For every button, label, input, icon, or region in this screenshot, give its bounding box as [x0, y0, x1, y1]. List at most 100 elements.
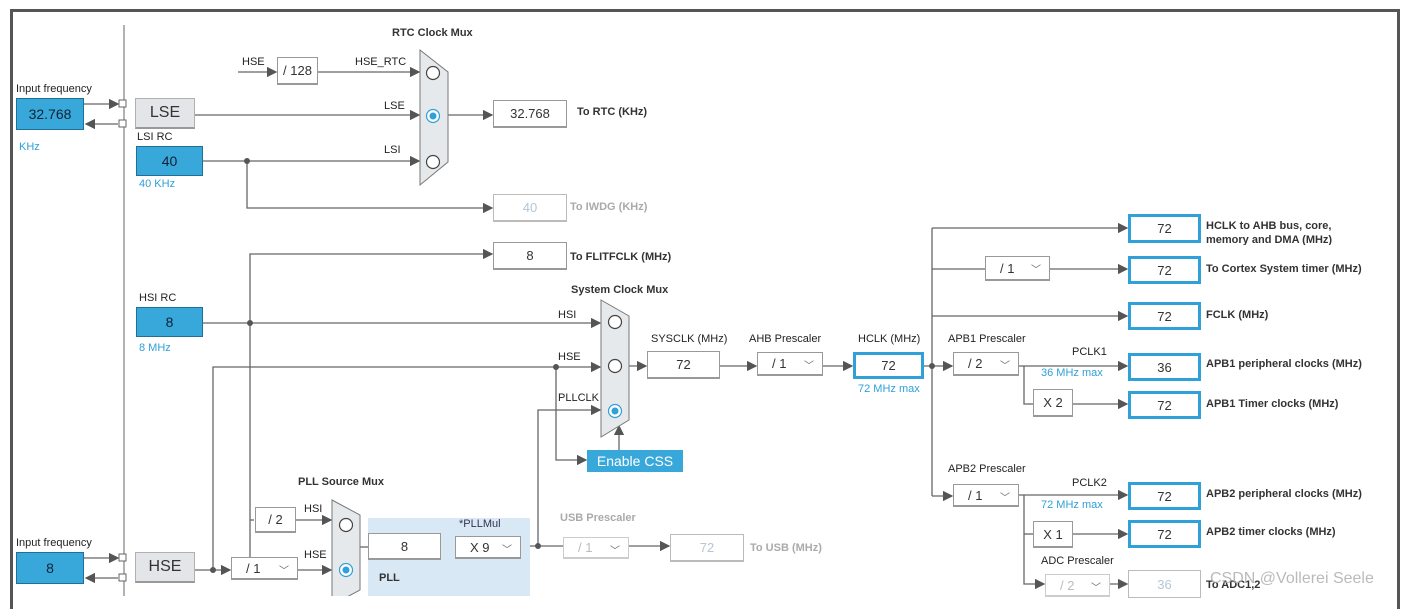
- chevron-down-icon: ﹀: [1031, 265, 1041, 276]
- lse-input-frequency[interactable]: 32.768: [16, 98, 84, 130]
- apb2-timer-multiplier: X 1: [1033, 521, 1073, 548]
- wires: [84, 25, 1129, 596]
- watermark: CSDN @Vollerei Seele: [1210, 570, 1374, 587]
- lse-block: LSE: [135, 98, 195, 129]
- apb1-peripheral-label: APB1 peripheral clocks (MHz): [1206, 358, 1362, 370]
- apb2-prescaler-select[interactable]: / 1 ﹀: [953, 484, 1019, 507]
- pclk1-label: PCLK1: [1072, 346, 1107, 358]
- chevron-down-icon: ﹀: [804, 361, 814, 372]
- lse-unit: KHz: [19, 141, 40, 153]
- apb1-max: 36 MHz max: [1041, 367, 1103, 379]
- pllmul-select[interactable]: X 9 ﹀: [455, 536, 521, 559]
- apb2-max: 72 MHz max: [1041, 499, 1103, 511]
- apb1-prescaler-label: APB1 Prescaler: [948, 333, 1026, 345]
- hse-prediv-value: / 1: [246, 560, 261, 576]
- hclk-max: 72 MHz max: [858, 383, 920, 395]
- pll-hse-label: HSE: [304, 549, 327, 561]
- usb-output: 72: [670, 534, 744, 562]
- hsi-label: HSI RC: [139, 292, 177, 304]
- fclk-output[interactable]: 72: [1128, 302, 1201, 330]
- chevron-down-icon: ﹀: [1000, 493, 1010, 504]
- apb2-peripheral-label: APB2 peripheral clocks (MHz): [1206, 488, 1362, 500]
- system-clock-mux-title: System Clock Mux: [571, 284, 669, 296]
- sys-pllclk-label: PLLCLK: [558, 392, 599, 404]
- fclk-label: FCLK (MHz): [1206, 309, 1269, 321]
- rtc-hse-label: HSE: [242, 56, 265, 68]
- chevron-down-icon: ﹀: [1091, 583, 1101, 594]
- flitfclk-output: 8: [493, 242, 567, 270]
- cortex-timer-divider-select[interactable]: / 1 ﹀: [985, 256, 1050, 281]
- pll-label: PLL: [379, 572, 400, 584]
- chevron-down-icon: ﹀: [610, 546, 620, 557]
- flitfclk-output-label: To FLITFCLK (MHz): [570, 251, 672, 263]
- hclk-value[interactable]: 72: [853, 352, 924, 379]
- adc-prescaler-label: ADC Prescaler: [1041, 555, 1114, 567]
- apb1-timer-label: APB1 Timer clocks (MHz): [1206, 398, 1339, 410]
- cortex-timer-label: To Cortex System timer (MHz): [1206, 263, 1362, 275]
- sysclk-label: SYSCLK (MHz): [651, 333, 728, 345]
- adc-output[interactable]: 36: [1128, 570, 1201, 598]
- chevron-down-icon: ﹀: [1000, 361, 1010, 372]
- rtc-mux-radio-lsi: [425, 154, 441, 170]
- pll-source-mux-title: PLL Source Mux: [298, 476, 384, 488]
- ahb-prescaler-label: AHB Prescaler: [749, 333, 822, 345]
- pll-hsi-label: HSI: [304, 503, 323, 515]
- chevron-down-icon: ﹀: [279, 566, 289, 577]
- rtc-lsi-label: LSI: [384, 144, 401, 156]
- apb2-value: / 1: [968, 487, 983, 503]
- sysclk-value[interactable]: 72: [647, 351, 720, 379]
- rtc-output-label: To RTC (KHz): [577, 106, 648, 118]
- pllmul-value: X 9: [470, 539, 490, 555]
- hclk-label: HCLK (MHz): [858, 333, 921, 345]
- iwdg-output: 40: [493, 194, 567, 222]
- hse-prediv-select[interactable]: / 1 ﹀: [231, 557, 298, 580]
- rtc-mux-title: RTC Clock Mux: [392, 27, 473, 39]
- ahb-value: / 1: [772, 356, 787, 371]
- rtc-lse-label: LSE: [384, 100, 405, 112]
- pclk2-label: PCLK2: [1072, 477, 1107, 489]
- lsi-value: 40: [136, 146, 203, 176]
- hclk-ahb-label: HCLK to AHB bus, core, memory and DMA (M…: [1206, 220, 1333, 245]
- hsi-unit: 8 MHz: [139, 342, 171, 354]
- sys-hse-label: HSE: [558, 351, 581, 363]
- pll-source-mux: [331, 499, 361, 596]
- apb2-timer-label: APB2 timer clocks (MHz): [1206, 526, 1336, 538]
- apb2-peripheral-output[interactable]: 72: [1128, 482, 1201, 510]
- chevron-down-icon: ﹀: [502, 545, 512, 556]
- usb-prescaler-label: USB Prescaler: [560, 512, 636, 524]
- rtc-mux-radio-hse: [425, 65, 441, 81]
- apb1-timer-multiplier: X 2: [1033, 389, 1073, 417]
- hse-rtc-divider: / 128: [277, 57, 318, 85]
- apb2-timer-output[interactable]: 72: [1128, 520, 1201, 548]
- ahb-prescaler-select[interactable]: / 1 ﹀: [757, 352, 823, 376]
- apb1-timer-output[interactable]: 72: [1128, 391, 1201, 419]
- hse-rtc-label: HSE_RTC: [355, 56, 407, 68]
- enable-css-button[interactable]: Enable CSS: [587, 450, 683, 472]
- usb-output-label: To USB (MHz): [750, 542, 822, 554]
- sys-hsi-label: HSI: [558, 309, 577, 321]
- usb-prescaler-value: / 1: [578, 540, 593, 555]
- sys-mux-radio-hsi: [607, 314, 623, 330]
- pll-input-value: 8: [368, 533, 441, 560]
- sys-mux-radio-hse: [607, 358, 623, 374]
- lsi-unit: 40 KHz: [139, 178, 176, 190]
- lsi-label: LSI RC: [137, 131, 173, 143]
- hsi-value: 8: [136, 307, 203, 337]
- apb1-value: / 2: [968, 356, 983, 371]
- usb-prescaler-select[interactable]: / 1 ﹀: [563, 537, 629, 559]
- cortex-timer-output[interactable]: 72: [1128, 256, 1201, 284]
- lse-input-label: Input frequency: [16, 83, 92, 95]
- apb1-peripheral-output[interactable]: 36: [1128, 353, 1201, 381]
- pll-mux-radio-hsi: [338, 517, 354, 533]
- apb2-prescaler-label: APB2 Prescaler: [948, 463, 1026, 475]
- iwdg-output-label: To IWDG (KHz): [570, 201, 648, 213]
- adc-value: / 2: [1060, 577, 1075, 593]
- apb1-prescaler-select[interactable]: / 2 ﹀: [953, 352, 1019, 376]
- hse-block: HSE: [135, 552, 195, 583]
- hclk-ahb-output[interactable]: 72: [1128, 214, 1201, 243]
- hse-input-label: Input frequency: [16, 537, 92, 549]
- hse-input-frequency[interactable]: 8: [16, 552, 84, 584]
- hsi-pll-divider: / 2: [255, 507, 296, 533]
- pllmul-label: *PLLMul: [459, 518, 501, 530]
- adc-prescaler-select[interactable]: / 2 ﹀: [1045, 574, 1110, 597]
